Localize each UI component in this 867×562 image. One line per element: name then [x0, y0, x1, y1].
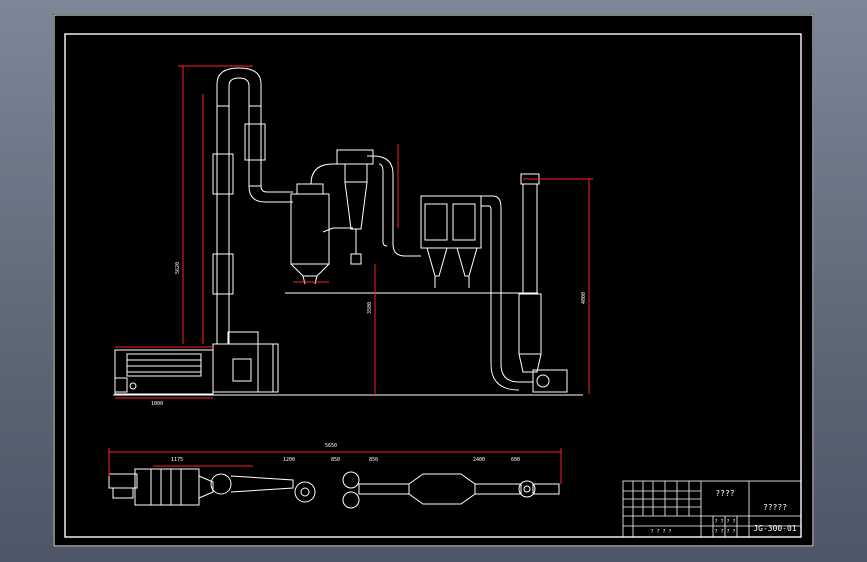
title-block-drawing-number: JG-300-01 [753, 524, 797, 533]
title-block: ???? ????? JG-300-01 ? ? ? ? ? ? ? ? ? ?… [622, 480, 802, 538]
cad-viewport[interactable]: 5650 1175 1200 850 850 2400 600 5620 350… [53, 14, 814, 547]
dim-overall-length: 5650 [325, 443, 337, 449]
dim-segment-e: 2400 [473, 457, 485, 463]
dim-height-total: 5620 [175, 262, 181, 274]
title-block-row: ? ? ? ? [650, 529, 671, 535]
dim-segment-d: 850 [369, 457, 378, 463]
title-block-name: ???? [715, 489, 734, 498]
dim-segment-a: 1175 [171, 457, 183, 463]
dim-height-stack: 4000 [581, 292, 587, 304]
elevation-view [113, 65, 593, 399]
title-block-row: ? ? ? ? [714, 529, 735, 535]
dimension-texts: 5650 1175 1200 850 850 2400 600 5620 350… [151, 262, 587, 463]
dim-segment-f: 600 [511, 457, 520, 463]
title-block-company: ????? [763, 503, 787, 512]
drawing-canvas: 5650 1175 1200 850 850 2400 600 5620 350… [53, 14, 814, 547]
dim-segment-c: 850 [331, 457, 340, 463]
dim-height-cyclone: 3500 [367, 302, 373, 314]
title-block-row: ? ? ? ? [714, 519, 735, 525]
dim-segment-b: 1200 [283, 457, 295, 463]
dim-base-length: 1000 [151, 401, 163, 407]
